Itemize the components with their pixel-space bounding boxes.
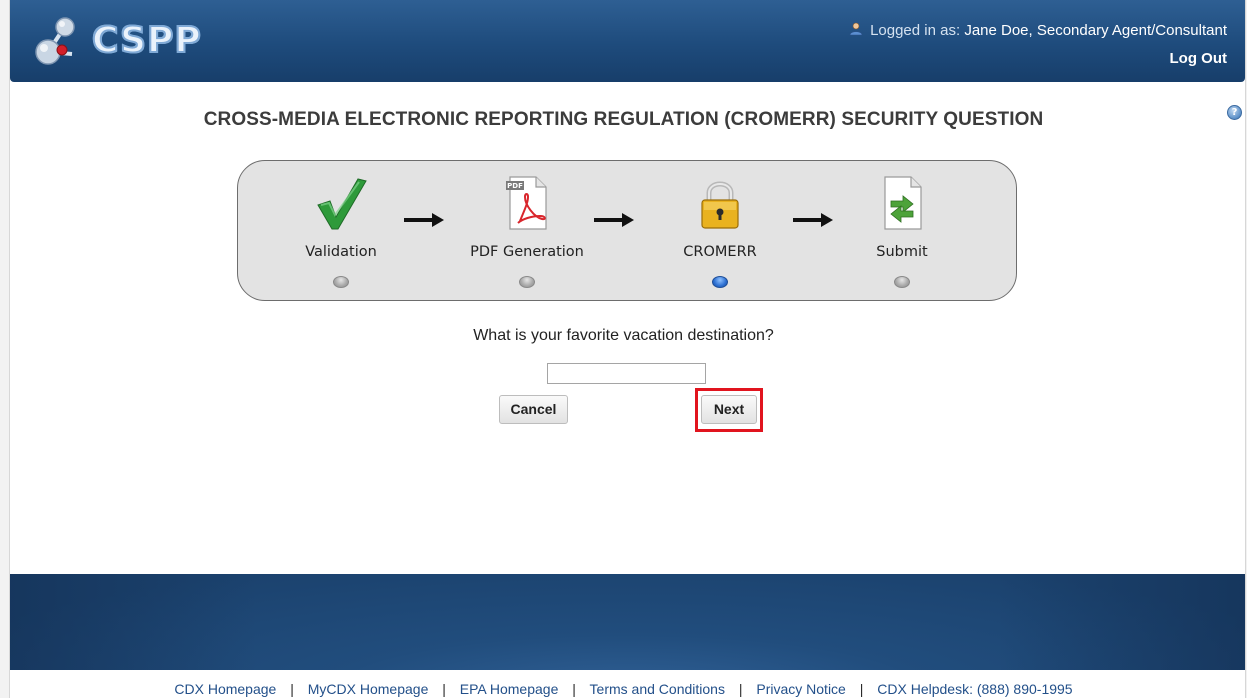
- step-indicator-dot: [519, 276, 535, 288]
- footer-separator: |: [442, 681, 446, 697]
- arrow-right-icon: [404, 213, 444, 227]
- footer-link-epa-homepage[interactable]: EPA Homepage: [460, 681, 559, 697]
- logged-in-status: Logged in as: Jane Doe, Secondary Agent/…: [849, 22, 1227, 39]
- step-submit: Submit: [827, 161, 977, 302]
- footer-separator: |: [859, 681, 864, 697]
- footer-separator: |: [290, 681, 294, 697]
- step-indicator-dot: [333, 276, 349, 288]
- cspp-logo[interactable]: CSPP: [32, 14, 212, 66]
- step-label: PDF Generation: [470, 244, 584, 260]
- step-label: CROMERR: [683, 244, 757, 260]
- footer-link-mycdx-homepage[interactable]: MyCDX Homepage: [308, 681, 429, 697]
- step-cromerr: CROMERR: [645, 161, 795, 302]
- checkmark-icon: [317, 178, 367, 230]
- footer-link-helpdesk[interactable]: CDX Helpdesk: (888) 890-1995: [877, 681, 1072, 697]
- logout-link[interactable]: Log Out: [1170, 50, 1227, 67]
- footer-links: CDX Homepage | MyCDX Homepage | EPA Home…: [0, 681, 1247, 697]
- molecule-logo-icon: [35, 17, 75, 65]
- user-icon: [849, 22, 863, 36]
- step-label: Validation: [305, 244, 377, 260]
- footer-banner: [10, 574, 1245, 670]
- step-pdf-generation: PDF PDF Generation: [452, 161, 602, 302]
- step-indicator-dot-active: [712, 276, 728, 288]
- submit-document-icon: [884, 176, 922, 230]
- app-header: CSPP Logged in as: Jane Doe, Secondary A…: [10, 0, 1245, 82]
- user-name: Jane Doe, Secondary Agent/Consultant: [964, 22, 1227, 39]
- step-validation: Validation: [266, 161, 416, 302]
- security-question-text: What is your favorite vacation destinati…: [473, 327, 774, 344]
- arrow-right-icon: [594, 213, 634, 227]
- progress-steps: Validation PDF PDF Generation CROMERR Su…: [237, 160, 1017, 301]
- svg-text:PDF: PDF: [507, 182, 523, 190]
- step-label: Submit: [876, 244, 928, 260]
- footer-separator: |: [738, 681, 743, 697]
- padlock-icon: [701, 181, 739, 229]
- security-answer-input[interactable]: [547, 363, 706, 384]
- logo-text: CSPP: [91, 19, 202, 62]
- footer-link-privacy[interactable]: Privacy Notice: [756, 681, 845, 697]
- footer-separator: |: [572, 681, 576, 697]
- page-title: CROSS-MEDIA ELECTRONIC REPORTING REGULAT…: [203, 109, 1044, 130]
- footer-link-cdx-homepage[interactable]: CDX Homepage: [174, 681, 276, 697]
- footer-link-terms[interactable]: Terms and Conditions: [590, 681, 725, 697]
- step-indicator-dot: [894, 276, 910, 288]
- pdf-document-icon: PDF: [506, 176, 547, 230]
- cancel-button[interactable]: Cancel: [499, 395, 568, 424]
- next-button[interactable]: Next: [701, 395, 757, 424]
- logged-in-label: Logged in as:: [870, 22, 961, 39]
